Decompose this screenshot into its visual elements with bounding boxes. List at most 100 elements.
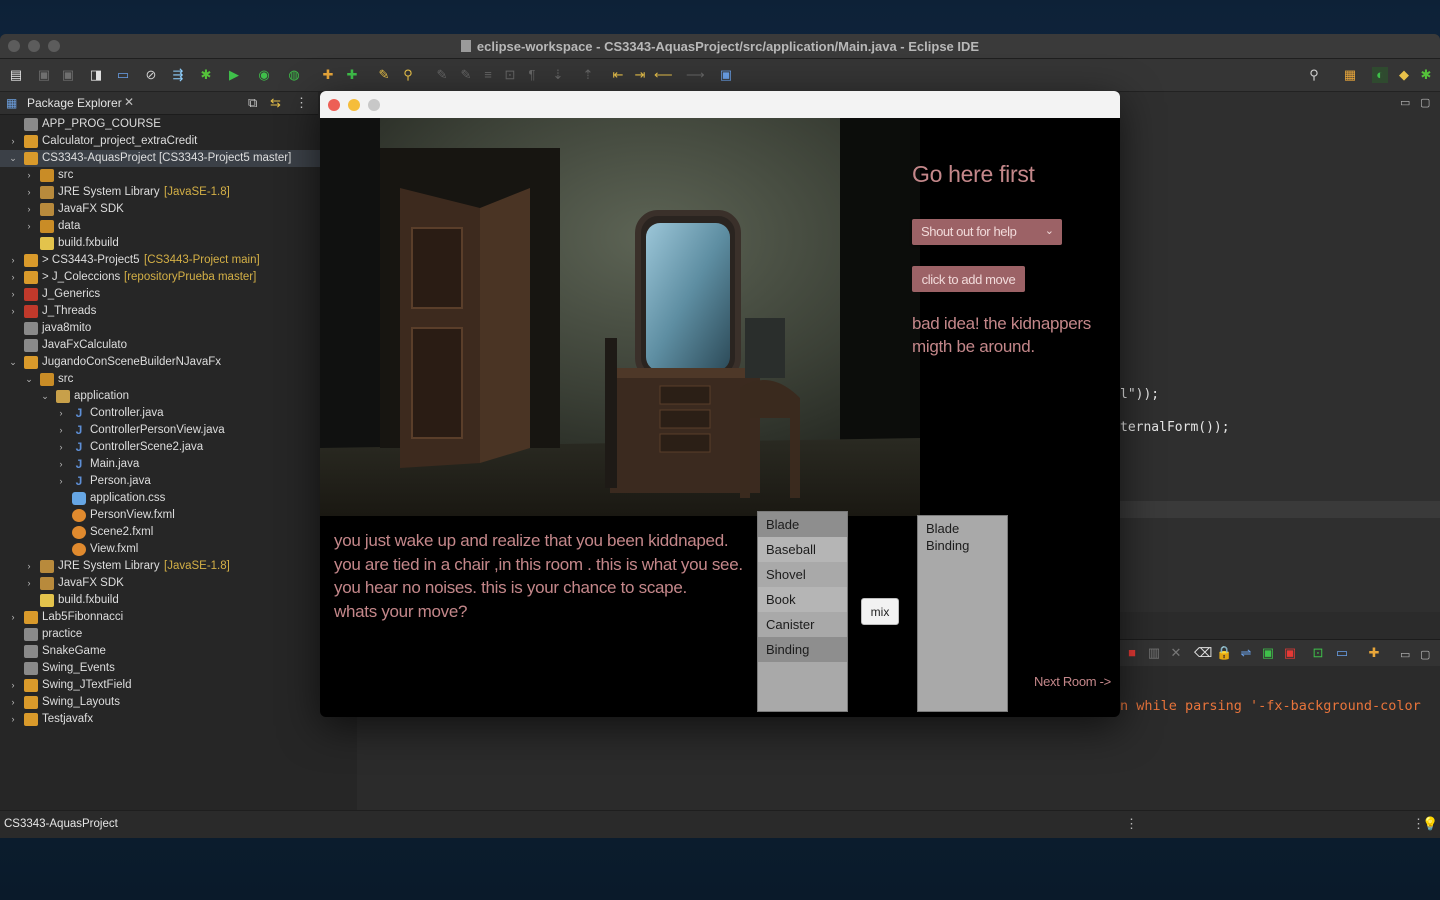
chevron-right-icon[interactable]: › xyxy=(8,609,18,626)
java-perspective-icon[interactable]: ◐ xyxy=(1372,67,1388,83)
tree-item[interactable]: › > CS3443-Project5 [CS3443-Project main] xyxy=(0,252,357,269)
tree-item[interactable]: › JavaFX SDK xyxy=(0,201,357,218)
inventory-item[interactable]: Book xyxy=(758,587,847,612)
console-view[interactable]: ■ ▥ ✕ ⌫ 🔒 ⇌ ▣ ▣ ⊡ ▭ ✚ ▭ ▢ n while parsin… xyxy=(1120,639,1440,811)
inventory-item[interactable]: Shovel xyxy=(758,562,847,587)
pin-console-icon[interactable]: ⊡ xyxy=(1310,645,1326,661)
code-editor[interactable]: ▭ ▢ l")); ternalForm()); xyxy=(1120,92,1440,612)
tree-item[interactable]: › Calculator_project_extraCredit xyxy=(0,133,357,150)
back-forward-icon[interactable]: ⇥ xyxy=(632,67,648,83)
chevron-right-icon[interactable]: › xyxy=(8,694,18,711)
tree-item[interactable]: › Swing_JTextField xyxy=(0,677,357,694)
tree-item[interactable]: › J Controller.java xyxy=(0,405,357,422)
next-room-link[interactable]: Next Room -> xyxy=(1034,674,1111,689)
new-icon[interactable]: ▤ xyxy=(8,67,24,83)
terminate-icon[interactable]: ■ xyxy=(1124,645,1140,661)
skip-breakpoints-icon[interactable]: ⊘ xyxy=(143,67,159,83)
tree-item[interactable]: application.css xyxy=(0,490,357,507)
search-icon-right[interactable]: ⚲ xyxy=(1306,67,1322,83)
chevron-right-icon[interactable]: › xyxy=(24,201,34,218)
tree-item[interactable]: ⌄ JugandoConSceneBuilderNJavaFx xyxy=(0,354,357,371)
chevron-right-icon[interactable]: › xyxy=(8,133,18,150)
close-icon[interactable]: ✕ xyxy=(124,95,134,109)
tree-item[interactable]: JavaFxCalculato xyxy=(0,337,357,354)
tree-item[interactable]: › JavaFX SDK xyxy=(0,575,357,592)
tree-item[interactable]: › Testjavafx xyxy=(0,711,357,728)
collapse-all-icon[interactable]: ⧉ xyxy=(248,95,257,111)
open-perspective-icon[interactable]: ▦ xyxy=(1342,67,1358,83)
new-package-icon[interactable]: ✚ xyxy=(320,67,336,83)
coverage-icon[interactable]: ◉ xyxy=(256,67,272,83)
tree-item[interactable]: View.fxml xyxy=(0,541,357,558)
tree-item[interactable]: APP_PROG_COURSE xyxy=(0,116,357,133)
save-all-icon[interactable]: ▣ xyxy=(60,67,76,83)
search-icon[interactable]: ⚲ xyxy=(400,67,416,83)
run-icon[interactable]: ▶ xyxy=(226,67,242,83)
tree-item[interactable]: › src xyxy=(0,167,357,184)
chevron-right-icon[interactable]: › xyxy=(24,575,34,592)
show-on-error-icon[interactable]: ▣ xyxy=(1282,645,1298,661)
tree-item[interactable]: build.fxbuild xyxy=(0,592,357,609)
forward-icon[interactable]: ⟶ xyxy=(686,67,705,83)
chevron-right-icon[interactable]: › xyxy=(8,711,18,728)
maximize-icon[interactable]: ▢ xyxy=(1420,96,1430,109)
save-icon[interactable]: ▣ xyxy=(36,67,52,83)
tree-item[interactable]: › JRE System Library [JavaSE-1.8] xyxy=(0,184,357,201)
tree-item[interactable]: › J_Generics xyxy=(0,286,357,303)
chevron-right-icon[interactable]: › xyxy=(8,303,18,320)
tree-item[interactable]: › Lab5Fibonnacci xyxy=(0,609,357,626)
app-zoom-button[interactable] xyxy=(368,99,380,111)
chevron-right-icon[interactable]: › xyxy=(56,405,66,422)
app-close-button[interactable] xyxy=(328,99,340,111)
maximize-console-icon[interactable]: ▢ xyxy=(1420,648,1430,661)
inventory-item[interactable]: Baseball xyxy=(758,537,847,562)
chevron-down-icon[interactable]: ⌄ xyxy=(24,371,34,388)
chevron-right-icon[interactable]: › xyxy=(8,677,18,694)
tree-item[interactable]: › Swing_Layouts xyxy=(0,694,357,711)
chevron-right-icon[interactable]: › xyxy=(56,439,66,456)
display-console-icon[interactable]: ▭ xyxy=(1334,645,1350,661)
chevron-right-icon[interactable]: › xyxy=(56,456,66,473)
back-icon[interactable]: ⟵ xyxy=(654,67,673,83)
tip-lightbulb-icon[interactable]: 💡 xyxy=(1422,816,1438,832)
package-explorer-tab[interactable]: ▦ Package Explorer ✕ ⧉ ⇆ ⋮ xyxy=(0,92,318,115)
chevron-right-icon[interactable]: › xyxy=(24,184,34,201)
remove-all-icon[interactable]: ✕ xyxy=(1168,645,1184,661)
add-move-button[interactable]: click to add move xyxy=(912,266,1025,292)
mix-button[interactable]: mix xyxy=(861,598,899,625)
mix-list-item[interactable]: Blade xyxy=(918,520,1007,537)
debug-icon[interactable]: ✱ xyxy=(198,67,214,83)
tree-item[interactable]: java8mito xyxy=(0,320,357,337)
tree-item[interactable]: › J ControllerPersonView.java xyxy=(0,422,357,439)
whitespace-icon[interactable]: ¶ xyxy=(524,67,540,83)
inventory-item[interactable]: Canister xyxy=(758,612,847,637)
chevron-right-icon[interactable]: › xyxy=(8,269,18,286)
tree-item[interactable]: ⌄ src xyxy=(0,371,357,388)
open-console-icon[interactable]: ✚ xyxy=(1366,645,1382,661)
tree-item[interactable]: Swing_Events xyxy=(0,660,357,677)
link-with-editor-icon[interactable]: ⇆ xyxy=(270,95,281,111)
tree-item[interactable]: PersonView.fxml xyxy=(0,507,357,524)
new-class-icon[interactable]: ✚ xyxy=(344,67,360,83)
tree-item[interactable]: › J Main.java xyxy=(0,456,357,473)
clear-console-icon[interactable]: ⌫ xyxy=(1194,645,1212,661)
next-annotation-icon[interactable]: ⇣ xyxy=(550,67,566,83)
minimize-icon[interactable]: ▭ xyxy=(1400,96,1410,109)
open-type-icon-2[interactable]: ✎ xyxy=(376,67,392,83)
last-edit-icon[interactable]: ⇤ xyxy=(610,67,626,83)
external-tools-icon[interactable]: ◍ xyxy=(286,67,302,83)
inventory-item[interactable]: Binding xyxy=(758,637,847,662)
app-minimize-button[interactable] xyxy=(348,99,360,111)
mark-occurrences-icon[interactable]: ✎ xyxy=(458,67,474,83)
word-wrap-console-icon[interactable]: ⇌ xyxy=(1238,645,1254,661)
chevron-right-icon[interactable]: › xyxy=(56,422,66,439)
tree-item[interactable]: ⌄ CS3343-AquasProject [CS3343-Project5 ma… xyxy=(0,150,357,167)
chevron-right-icon[interactable]: › xyxy=(8,252,18,269)
remove-launch-icon[interactable]: ▥ xyxy=(1146,645,1162,661)
chevron-right-icon[interactable]: › xyxy=(24,218,34,235)
tree-item[interactable]: practice xyxy=(0,626,357,643)
view-menu-icon[interactable]: ⋮ xyxy=(295,95,308,111)
chevron-right-icon[interactable]: › xyxy=(24,558,34,575)
mix-list[interactable]: Blade Binding xyxy=(917,515,1008,712)
tree-item[interactable]: Scene2.fxml xyxy=(0,524,357,541)
